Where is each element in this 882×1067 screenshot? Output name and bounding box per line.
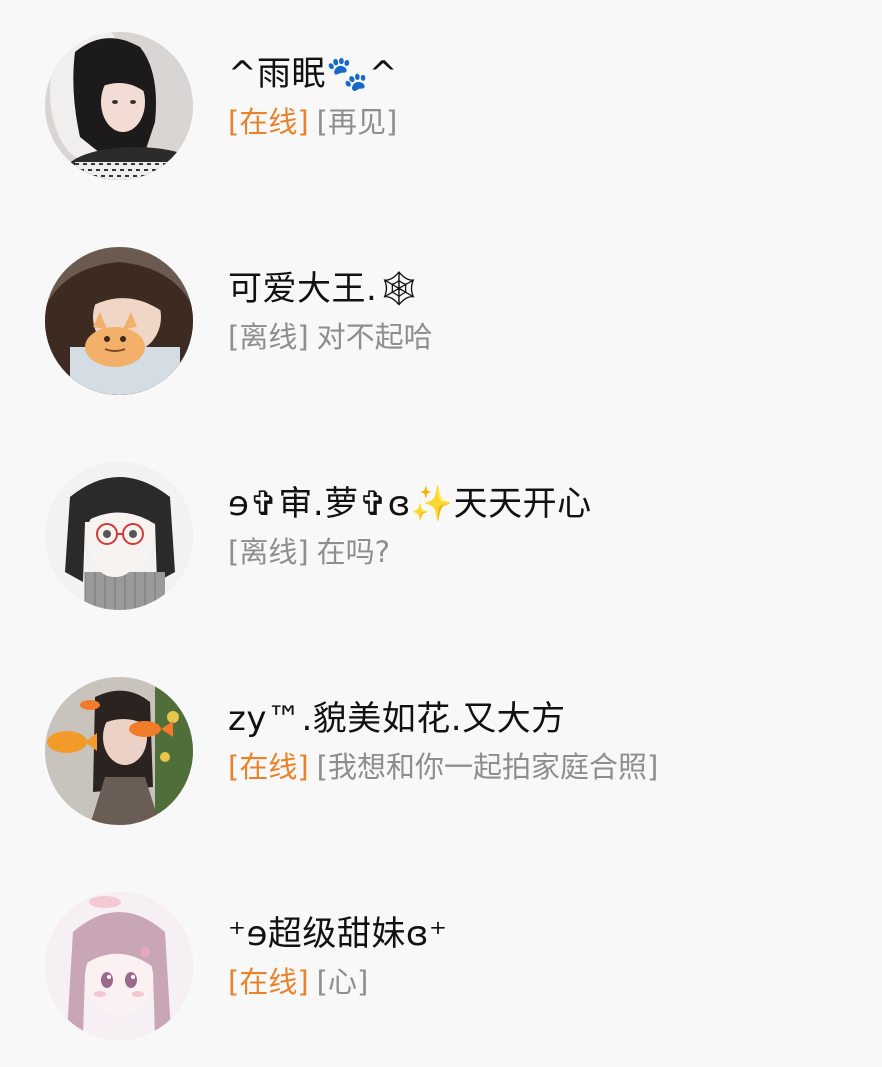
status-badge: [离线] — [228, 535, 309, 569]
contact-name: ⁺ɘ超级甜妹ɞ⁺ — [228, 914, 448, 954]
status-line: [离线] 对不起哈 — [228, 317, 433, 357]
last-message: [心] — [316, 965, 369, 999]
contact-item[interactable]: ɘ✞审.萝✞ɞ✨天天开心 [离线] 在吗? — [0, 437, 882, 637]
status-line: [离线] 在吗? — [228, 532, 390, 572]
contact-name: ɘ✞审.萝✞ɞ✨天天开心 — [228, 484, 592, 524]
contact-item[interactable]: ⁺ɘ超级甜妹ɞ⁺ [在线] [心] — [0, 867, 882, 1067]
last-message: [我想和你一起拍家庭合照] — [316, 750, 659, 784]
girl-with-pillow-avatar[interactable] — [45, 32, 193, 180]
contact-item[interactable]: 可爱大王.🕸 [离线] 对不起哈 — [0, 222, 882, 422]
contact-item[interactable]: ^雨眠🐾^ [在线] [再见] — [0, 7, 882, 207]
last-message: 对不起哈 — [316, 320, 433, 354]
contact-name: 可爱大王.🕸 — [228, 269, 421, 309]
contact-item[interactable]: zy™.貌美如花.又大方 [在线] [我想和你一起拍家庭合照] — [0, 652, 882, 852]
status-badge: [离线] — [228, 320, 309, 354]
last-message: 在吗? — [316, 535, 391, 569]
anime-girl-pink-avatar[interactable] — [45, 892, 193, 1040]
girl-with-goldfish-avatar[interactable] — [45, 677, 193, 825]
status-badge: [在线] — [228, 965, 309, 999]
last-message: [再见] — [316, 105, 398, 139]
status-line: [在线] [我想和你一起拍家庭合照] — [228, 747, 658, 787]
status-badge: [在线] — [228, 750, 309, 784]
status-line: [在线] [心] — [228, 962, 368, 1002]
status-badge: [在线] — [228, 105, 309, 139]
contact-name: ^雨眠🐾^ — [228, 54, 398, 94]
contact-list: ^雨眠🐾^ [在线] [再见] 可爱大王.🕸 [离线] 对不起哈 ɘ✞审.萝✞ɞ… — [0, 0, 882, 1040]
status-line: [在线] [再见] — [228, 102, 397, 142]
anime-girl-glasses-avatar[interactable] — [45, 462, 193, 610]
contact-name: zy™.貌美如花.又大方 — [228, 699, 566, 739]
girl-with-kitten-avatar[interactable] — [45, 247, 193, 395]
